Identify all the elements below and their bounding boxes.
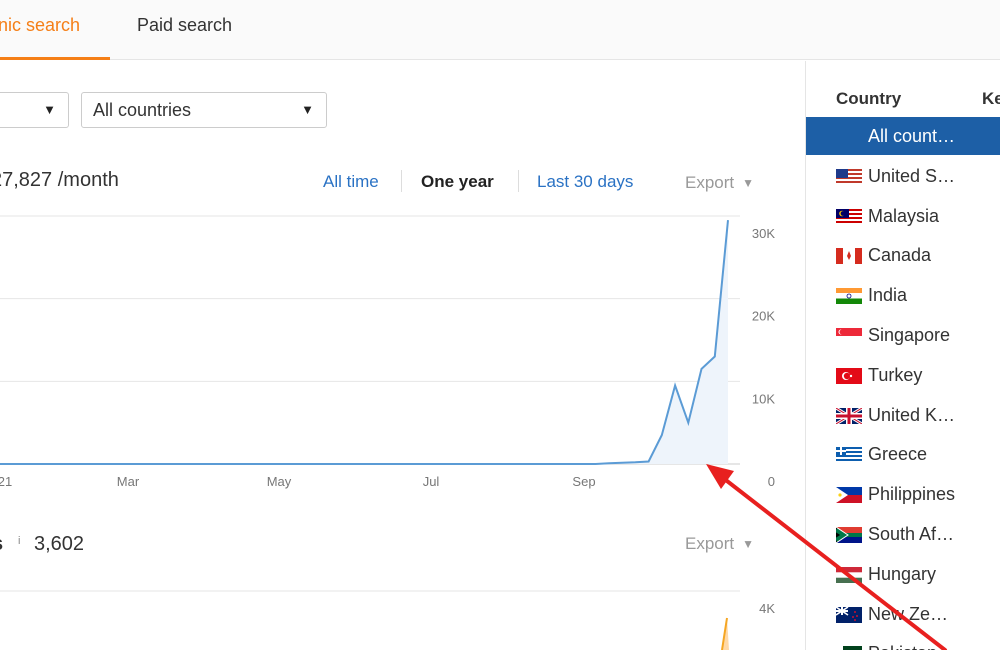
- range-one-year[interactable]: One year: [421, 172, 494, 192]
- range-separator: [401, 170, 402, 192]
- active-tab-indicator: [0, 57, 110, 60]
- country-list-item[interactable]: United S…: [806, 157, 1000, 195]
- country-list-item[interactable]: Hungary: [806, 555, 1000, 593]
- export-label: Export: [685, 173, 735, 192]
- singapore-flag-icon: [836, 328, 862, 344]
- south-africa-flag-icon: [836, 527, 862, 543]
- country-column-header[interactable]: Country: [836, 89, 901, 109]
- country-name: Philippines: [868, 484, 956, 505]
- caret-down-icon: ▼: [742, 176, 755, 190]
- country-list-item[interactable]: United K…: [806, 396, 1000, 434]
- export-label: Export: [685, 534, 735, 553]
- country-name: United K…: [868, 404, 956, 425]
- country-name: Pakistan: [868, 643, 937, 650]
- caret-down-icon: ▼: [742, 537, 755, 551]
- country-name: Canada: [868, 245, 932, 266]
- x-tick-label: Sep: [572, 474, 595, 489]
- x-tick-label: Jul: [423, 474, 440, 489]
- y-tick-label: 30K: [752, 226, 775, 241]
- country-name: Turkey: [868, 364, 923, 385]
- country-list-item[interactable]: Canada: [806, 236, 1000, 274]
- keywords-chart: 4K: [0, 590, 775, 650]
- range-separator: [518, 170, 519, 192]
- traffic-value: 27,827 /month: [0, 169, 119, 191]
- country-list-item[interactable]: India: [806, 276, 1000, 314]
- country-name: Greece: [868, 444, 928, 465]
- traffic-export-button[interactable]: Export ▼: [685, 173, 754, 193]
- us-flag-icon: [836, 168, 862, 185]
- caret-down-icon: ▼: [43, 102, 56, 117]
- country-name: India: [868, 285, 908, 306]
- tab-organic-search[interactable]: ganic search: [0, 14, 80, 36]
- hungary-flag-icon: [836, 566, 862, 583]
- y-tick-label: 20K: [752, 309, 775, 324]
- country-list-item[interactable]: Turkey: [806, 356, 1000, 394]
- y-tick-label: 10K: [752, 391, 775, 406]
- country-list-item[interactable]: Greece: [806, 435, 1000, 473]
- series-line: [0, 220, 729, 465]
- mode-select[interactable]: ▼: [0, 92, 69, 128]
- country-list-item[interactable]: All count…: [806, 117, 1000, 155]
- caret-down-icon: ▼: [301, 102, 314, 117]
- range-all-time[interactable]: All time: [323, 172, 379, 192]
- country-name: Hungary: [868, 563, 937, 584]
- country-list-item[interactable]: Singapore: [806, 316, 1000, 354]
- keywords-value: 3,602: [34, 533, 85, 555]
- keywords-export-button[interactable]: Export ▼: [685, 534, 754, 554]
- keywords-column-header[interactable]: Ke: [982, 89, 1000, 109]
- country-list-item[interactable]: South Af…: [806, 515, 1000, 553]
- country-name: Singapore: [868, 325, 951, 345]
- canada-flag-icon: [836, 248, 862, 265]
- country-name: Malaysia: [868, 205, 940, 226]
- malaysia-flag-icon: [836, 208, 862, 225]
- country-sidebar: Country Ke All count… United S… Malaysia Ca…: [806, 61, 1000, 650]
- philippines-flag-icon: [836, 487, 862, 504]
- greece-flag-icon: [836, 447, 862, 464]
- country-select-value: All countries: [93, 100, 192, 120]
- tab-paid-search[interactable]: Paid search: [137, 14, 232, 36]
- range-last-30-days[interactable]: Last 30 days: [537, 172, 633, 192]
- x-tick-label: May: [267, 474, 292, 489]
- series-area: [0, 220, 728, 464]
- info-icon[interactable]: i: [18, 535, 20, 547]
- uk-flag-icon: [836, 407, 862, 424]
- country-list-item[interactable]: Pakistan: [806, 634, 1000, 650]
- country-list-item[interactable]: Malaysia: [806, 197, 1000, 235]
- country-select[interactable]: All countries ▼: [81, 92, 327, 128]
- y-tick-label: 0: [768, 474, 775, 489]
- pakistan-flag-icon: [836, 646, 862, 650]
- tab-bar: ganic search Paid search: [0, 0, 1000, 60]
- x-tick-label: Mar: [117, 474, 140, 489]
- traffic-chart: 30K 20K 10K 0 21 Mar May Jul Sep: [0, 215, 775, 489]
- new-zealand-flag-icon: [836, 606, 862, 623]
- country-list-item[interactable]: Philippines: [806, 475, 1000, 513]
- india-flag-icon: [836, 288, 862, 305]
- country-name: New Ze…: [868, 603, 949, 624]
- x-tick-label: 21: [0, 474, 12, 489]
- country-name: All count…: [868, 126, 956, 146]
- y-tick-label: 4K: [759, 601, 775, 616]
- country-name: South Af…: [868, 524, 955, 544]
- country-name: United S…: [868, 165, 956, 186]
- turkey-flag-icon: [836, 367, 862, 384]
- keywords-label: s: [0, 533, 3, 556]
- country-list-item[interactable]: New Ze…: [806, 595, 1000, 633]
